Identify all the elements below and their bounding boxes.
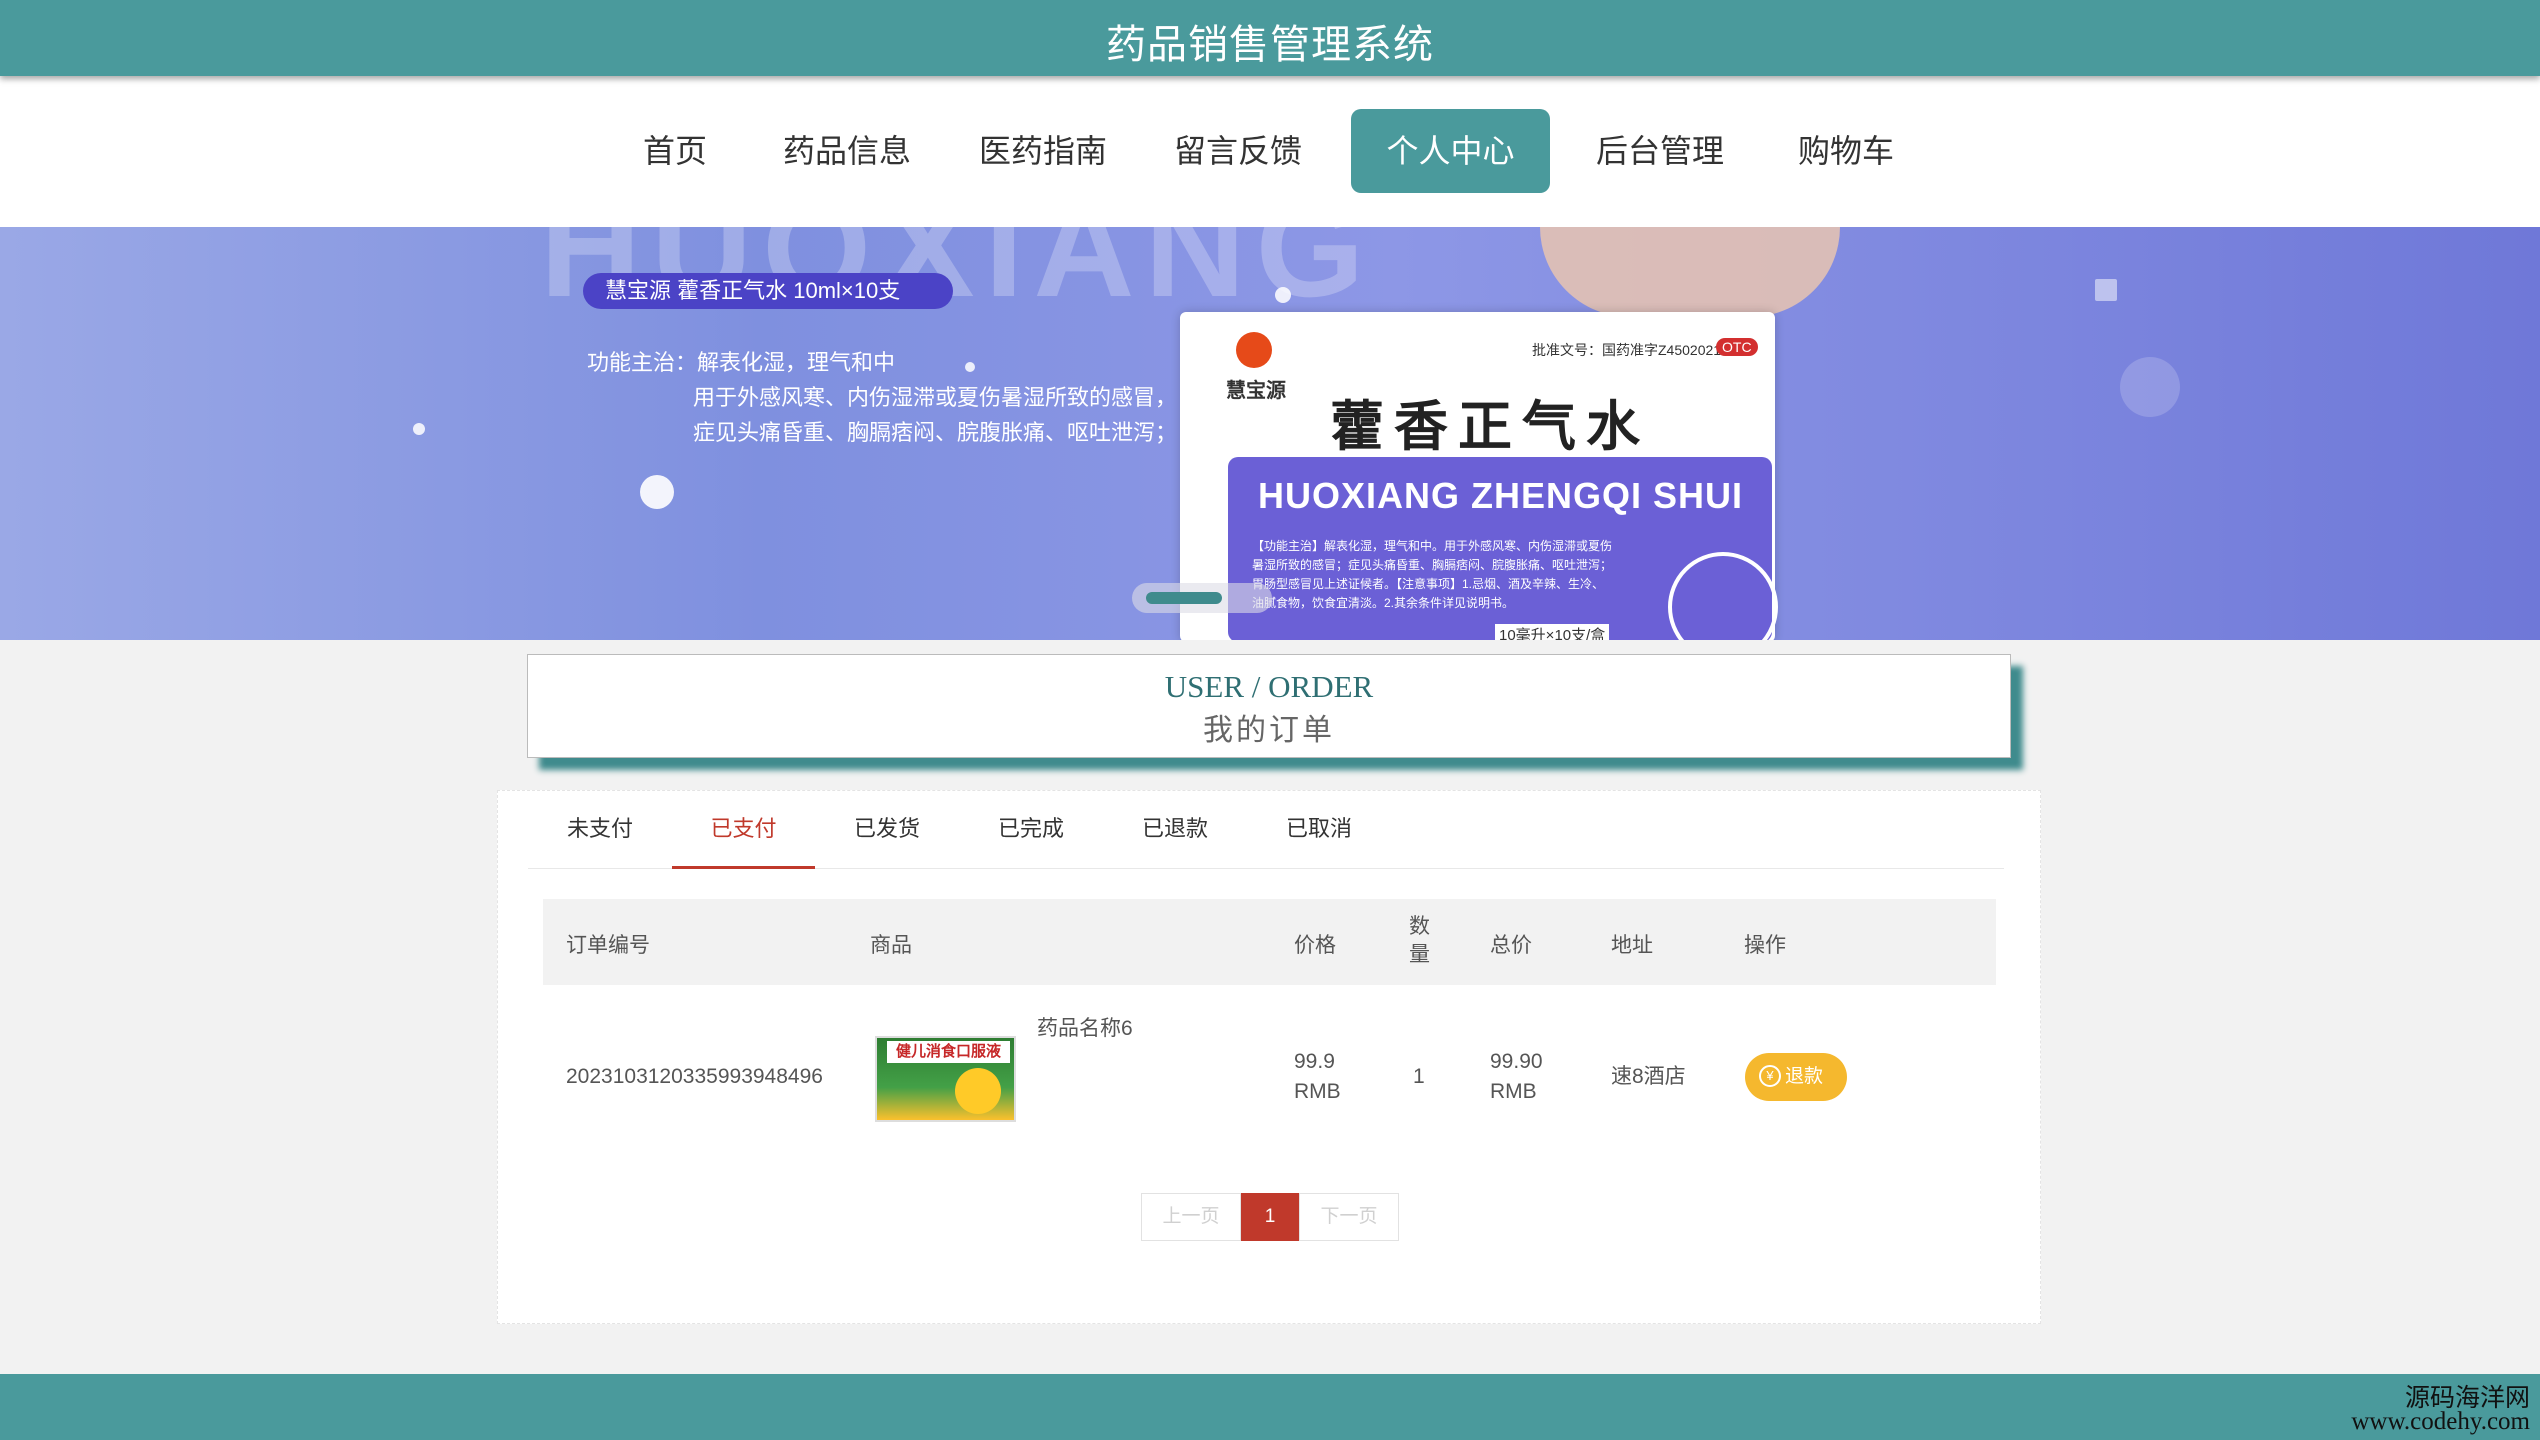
column-header-product: 商品 <box>870 934 912 957</box>
tab-paid[interactable]: 已支付 <box>672 791 815 869</box>
banner-dot <box>1275 287 1291 303</box>
banner-function-line: 症见头痛昏重、胸膈痞闷、脘腹胀痛、呕吐泄泻； <box>693 420 1178 445</box>
top-header-bar: 药品销售管理系统 <box>0 0 2540 76</box>
banner-product-pill: 慧宝源 藿香正气水 10ml×10支 <box>583 273 953 309</box>
product-thumbnail[interactable]: 健儿消食口服液 <box>875 1036 1016 1122</box>
column-header-action: 操作 <box>1744 934 1786 957</box>
thumbnail-label: 健儿消食口服液 <box>887 1041 1010 1063</box>
product-name[interactable]: 药品名称6 <box>1037 1014 1133 1044</box>
nav-item-cart[interactable]: 购物车 <box>1790 109 1902 193</box>
order-status-tabs: 未支付 已支付 已发货 已完成 已退款 已取消 <box>528 791 2004 869</box>
site-title: 药品销售管理系统 <box>1106 23 1434 67</box>
column-header-quantity: 数量 <box>1409 915 1430 966</box>
nav-item-admin[interactable]: 后台管理 <box>1592 109 1728 193</box>
watermark-line-1: 源码海洋网 <box>2404 1384 2530 1412</box>
site-watermark: 源码海洋网 www.codehy.com <box>2351 1384 2530 1435</box>
package-size: 10毫升×10支/盒 <box>1495 624 1610 640</box>
brand-name: 慧宝源 <box>1226 380 1286 402</box>
nav-item-medical-guide[interactable]: 医药指南 <box>975 109 1111 193</box>
address: 速8酒店 <box>1611 1065 1686 1088</box>
banner-bubble <box>2120 357 2180 417</box>
section-heading: USER / ORDER 我的订单 <box>527 654 2011 758</box>
tab-cancelled[interactable]: 已取消 <box>1247 791 1391 869</box>
yen-icon: ¥ <box>1759 1065 1781 1087</box>
page-number-button[interactable]: 1 <box>1241 1193 1299 1241</box>
total-price: 99.90 <box>1490 1050 1543 1073</box>
banner-dot <box>965 362 975 372</box>
banner-function-line: 用于外感风寒、内伤湿滞或夏伤暑湿所致的感冒， <box>693 385 1178 410</box>
quantity: 1 <box>1413 1065 1425 1088</box>
main-nav: 首页 药品信息 医药指南 留言反馈 个人中心 后台管理 购物车 <box>0 76 2540 227</box>
tab-completed[interactable]: 已完成 <box>959 791 1103 869</box>
nav-item-home[interactable]: 首页 <box>630 109 720 193</box>
total-price-currency: RMB <box>1490 1080 1537 1103</box>
refund-button-label: 退款 <box>1785 1066 1824 1087</box>
order-number: 2023103120335993948496 <box>566 1065 823 1088</box>
next-page-button[interactable]: 下一页 <box>1299 1193 1399 1241</box>
nav-item-drug-info[interactable]: 药品信息 <box>779 109 915 193</box>
carousel-indicator[interactable] <box>1132 583 1272 613</box>
gear-icon <box>640 475 674 509</box>
section-title-cn: 我的订单 <box>1203 714 1335 747</box>
unit-price-currency: RMB <box>1294 1080 1341 1103</box>
banner-carousel[interactable]: HUOXIANG 慧宝源 藿香正气水 10ml×10支 功能主治：解表化湿，理气… <box>0 227 2540 640</box>
product-panel: HUOXIANG ZHENGQI SHUI 【功能主治】解表化湿，理气和中。用于… <box>1228 457 1778 640</box>
model-figure <box>1540 227 1840 317</box>
column-header-order-no: 订单编号 <box>566 934 650 957</box>
prev-page-button[interactable]: 上一页 <box>1141 1193 1241 1241</box>
tab-shipped[interactable]: 已发货 <box>815 791 959 869</box>
footer-bar <box>0 1374 2540 1440</box>
column-header-total: 总价 <box>1490 934 1532 957</box>
tab-unpaid[interactable]: 未支付 <box>528 791 672 869</box>
tab-refunded[interactable]: 已退款 <box>1103 791 1247 869</box>
column-header-address: 地址 <box>1611 934 1653 957</box>
column-header-price: 价格 <box>1294 934 1336 957</box>
refund-button[interactable]: ¥ 退款 <box>1745 1053 1847 1101</box>
table-header: 订单编号 商品 价格 数量 总价 地址 操作 <box>543 899 1996 985</box>
order-panel: 未支付 已支付 已发货 已完成 已退款 已取消 订单编号 商品 价格 数量 总价… <box>497 790 2041 1324</box>
unit-price: 99.9 <box>1294 1050 1335 1073</box>
approval-number: 批准文号：国药准字Z45020216 <box>1532 342 1729 358</box>
product-name: 藿香正气水 <box>1330 397 1650 457</box>
sun-mascot-icon <box>955 1068 1001 1114</box>
product-pinyin: HUOXIANG ZHENGQI SHUI <box>1258 475 1744 516</box>
product-package-text: 【功能主治】解表化湿，理气和中。用于外感风寒、内伤湿滞或夏伤暑湿所致的感冒；症见… <box>1252 539 1613 610</box>
star-icon <box>2095 279 2117 301</box>
brand-logo-icon <box>1236 332 1272 368</box>
banner-function-title: 功能主治：解表化湿，理气和中 <box>587 350 896 375</box>
carousel-indicator-active[interactable] <box>1146 592 1222 604</box>
watermark-line-2: www.codehy.com <box>2351 1408 2530 1435</box>
section-title-en: USER / ORDER <box>1164 669 1374 704</box>
otc-badge: OTC <box>1716 338 1758 356</box>
banner-dot <box>413 423 425 435</box>
nav-item-personal-center[interactable]: 个人中心 <box>1351 109 1550 193</box>
seal-icon <box>1668 552 1778 640</box>
nav-item-feedback[interactable]: 留言反馈 <box>1170 109 1306 193</box>
